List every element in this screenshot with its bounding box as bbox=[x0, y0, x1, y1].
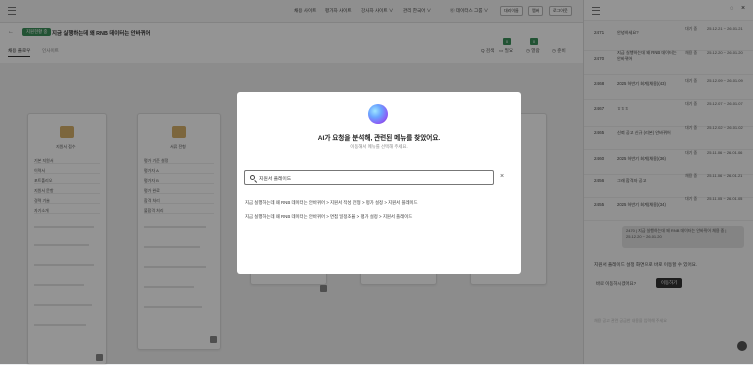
result-item[interactable]: 지금 실행하는데 왜 RNB 데이터는 안바뀌어 > 지원서 작성 전형 > 평… bbox=[245, 200, 418, 206]
search-input-value: 지원서 플레이드 bbox=[259, 177, 292, 182]
result-item[interactable]: 지금 실행하는데 왜 RNB 데이터는 안바뀌어 > 면접 일정조율 > 평가 … bbox=[245, 214, 412, 220]
ai-menu-finder-dialog: AI가 요청을 분석해, 관련된 메뉴를 찾았어요. 이동해서 메뉴를 선택해 … bbox=[237, 92, 521, 274]
search-icon bbox=[250, 174, 255, 180]
ai-orb-icon bbox=[368, 104, 388, 124]
dialog-subtitle: 이동해서 메뉴를 선택해 주세요. bbox=[350, 144, 408, 149]
search-input[interactable]: 지원서 플레이드 bbox=[244, 170, 494, 185]
dialog-title: AI가 요청을 분석해, 관련된 메뉴를 찾았어요. bbox=[317, 135, 441, 142]
clear-search-icon[interactable]: × bbox=[500, 173, 504, 180]
